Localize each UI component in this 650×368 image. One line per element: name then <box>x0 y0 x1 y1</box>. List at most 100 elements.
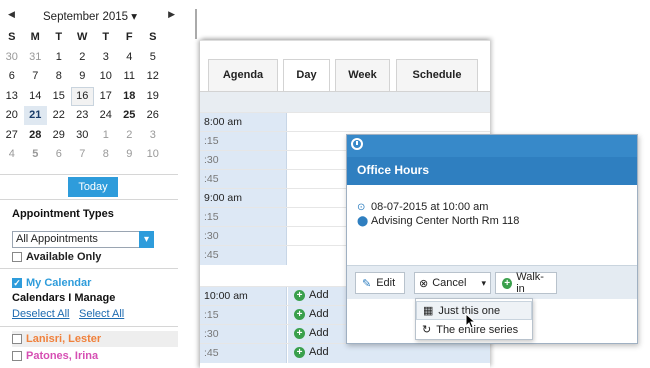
weekday-label: S <box>8 31 16 44</box>
add-button[interactable]: + Add <box>294 327 329 339</box>
month-selector[interactable]: September 2015 ▾ <box>40 9 140 23</box>
day-cell[interactable]: 5 <box>141 48 165 67</box>
edit-button[interactable]: ✎ Edit <box>355 272 405 294</box>
time-label: :45 <box>200 170 287 189</box>
day-cell[interactable]: 15 <box>47 87 71 106</box>
select-all-link[interactable]: Select All <box>79 308 124 320</box>
add-button[interactable]: + Add <box>294 289 329 301</box>
day-cell[interactable]: 22 <box>47 106 71 125</box>
day-header-bar <box>200 91 490 112</box>
add-button[interactable]: + Add <box>294 308 329 320</box>
check-icon[interactable]: ✓ <box>12 278 22 288</box>
day-cell[interactable]: 17 <box>94 87 118 106</box>
day-cell[interactable]: 1 <box>47 48 71 67</box>
day-cell[interactable]: 10 <box>94 67 118 86</box>
tab-agenda[interactable]: Agenda <box>208 59 278 91</box>
prev-month-icon[interactable]: ◀ <box>8 9 15 20</box>
staff-row[interactable]: Lanisri, Lester <box>12 331 178 347</box>
cancel-x-icon: ⊗ <box>419 277 429 290</box>
day-cell[interactable]: 20 <box>0 106 24 125</box>
time-label: :15 <box>200 208 287 227</box>
next-month-icon[interactable]: ▶ <box>168 9 175 20</box>
day-cell[interactable]: 11 <box>118 67 142 86</box>
time-label: :15 <box>200 306 287 325</box>
day-cell[interactable]: 4 <box>0 145 24 164</box>
weekday-label: M <box>30 31 40 44</box>
calendars-manage-title: Calendars I Manage <box>12 292 116 304</box>
day-cell[interactable]: 6 <box>47 145 71 164</box>
day-cell[interactable]: 12 <box>141 67 165 86</box>
staff-row[interactable]: Patones, Irina <box>12 348 178 364</box>
map-pin-icon: ⬤ <box>357 215 369 227</box>
panel-edge <box>191 9 197 39</box>
appointment-type-select[interactable]: All Appointments <box>12 231 154 248</box>
day-cell[interactable]: 5 <box>24 145 48 164</box>
staff-checkbox[interactable] <box>12 351 22 361</box>
day-cell[interactable]: 25 <box>118 106 142 125</box>
day-cell[interactable]: 2 <box>71 48 95 67</box>
plus-icon: + <box>294 308 305 320</box>
mini-calendar: S M T W T F S 30 31 1 2 3 4 5 6 7 8 9 10… <box>0 28 185 165</box>
day-cell[interactable]: 24 <box>94 106 118 125</box>
appointment-types-title: Appointment Types <box>12 208 114 220</box>
day-cell[interactable]: 6 <box>0 67 24 86</box>
weekday-label: F <box>125 31 133 44</box>
tab-day[interactable]: Day <box>283 59 330 92</box>
tab-week[interactable]: Week <box>335 59 390 91</box>
available-only-checkbox[interactable] <box>12 252 22 262</box>
day-cell[interactable]: 10 <box>141 145 165 164</box>
day-cell[interactable]: 4 <box>118 48 142 67</box>
staff-checkbox[interactable] <box>12 334 22 344</box>
day-cell-today[interactable]: 16 <box>70 86 94 106</box>
deselect-all-link[interactable]: Deselect All <box>12 308 69 320</box>
tab-schedule[interactable]: Schedule <box>396 59 478 91</box>
weekday-row: S M T W T F S <box>0 28 185 48</box>
weekday-label: S <box>149 31 157 44</box>
popup-title: Office Hours <box>357 163 430 177</box>
day-cell[interactable]: 1 <box>94 126 118 145</box>
day-cell[interactable]: 8 <box>94 145 118 164</box>
day-cell[interactable]: 18 <box>118 87 142 106</box>
time-row: :45 + Add <box>200 343 490 363</box>
chevron-down-icon[interactable]: ▾ <box>481 278 486 289</box>
day-cell[interactable]: 28 <box>24 126 48 145</box>
day-cell[interactable]: 3 <box>141 126 165 145</box>
chevron-down-icon[interactable]: ▾ <box>139 231 154 248</box>
day-cell[interactable]: 27 <box>0 126 24 145</box>
day-cell[interactable]: 9 <box>118 145 142 164</box>
day-cell[interactable]: 31 <box>24 48 48 67</box>
week-row: 27 28 29 30 1 2 3 <box>0 126 185 146</box>
popup-location-row: ⬤ Advising Center North Rm 118 <box>357 215 519 227</box>
time-row: 8:00 am <box>200 112 490 132</box>
day-cell[interactable]: 7 <box>71 145 95 164</box>
day-cell-selected[interactable]: 21 <box>23 106 47 126</box>
walkin-button[interactable]: + Walk-in <box>495 271 557 295</box>
plus-icon: + <box>294 289 305 301</box>
calendar-header: ◀ September 2015 ▾ ▶ <box>0 7 185 27</box>
add-button[interactable]: + Add <box>294 346 329 358</box>
plus-icon: + <box>294 327 305 339</box>
time-slot[interactable] <box>288 113 490 132</box>
day-cell[interactable]: 23 <box>71 106 95 125</box>
day-cell[interactable]: 30 <box>0 48 24 67</box>
day-cell[interactable]: 8 <box>47 67 71 86</box>
available-only-label: Available Only <box>26 251 102 263</box>
my-calendar-row[interactable]: ✓ My Calendar <box>12 277 91 289</box>
week-row: 13 14 15 16 17 18 19 <box>0 86 185 107</box>
cancel-button[interactable]: ⊗ Cancel ▾ <box>414 272 491 294</box>
day-cell[interactable]: 26 <box>141 106 165 125</box>
day-cell[interactable]: 7 <box>24 67 48 86</box>
day-cell[interactable]: 29 <box>47 126 71 145</box>
popup-datetime-row: ⊙ 08-07-2015 at 10:00 am <box>357 201 488 213</box>
time-slot[interactable]: + Add <box>288 344 490 363</box>
day-cell[interactable]: 14 <box>24 87 48 106</box>
day-cell[interactable]: 2 <box>118 126 142 145</box>
available-only-row[interactable]: Available Only <box>12 251 101 263</box>
day-cell[interactable]: 13 <box>0 87 24 106</box>
day-cell[interactable]: 9 <box>71 67 95 86</box>
calendar-icon: ▦ <box>423 305 434 317</box>
today-button[interactable]: Today <box>68 177 118 197</box>
day-cell[interactable]: 19 <box>141 87 165 106</box>
day-cell[interactable]: 30 <box>71 126 95 145</box>
day-cell[interactable]: 3 <box>94 48 118 67</box>
